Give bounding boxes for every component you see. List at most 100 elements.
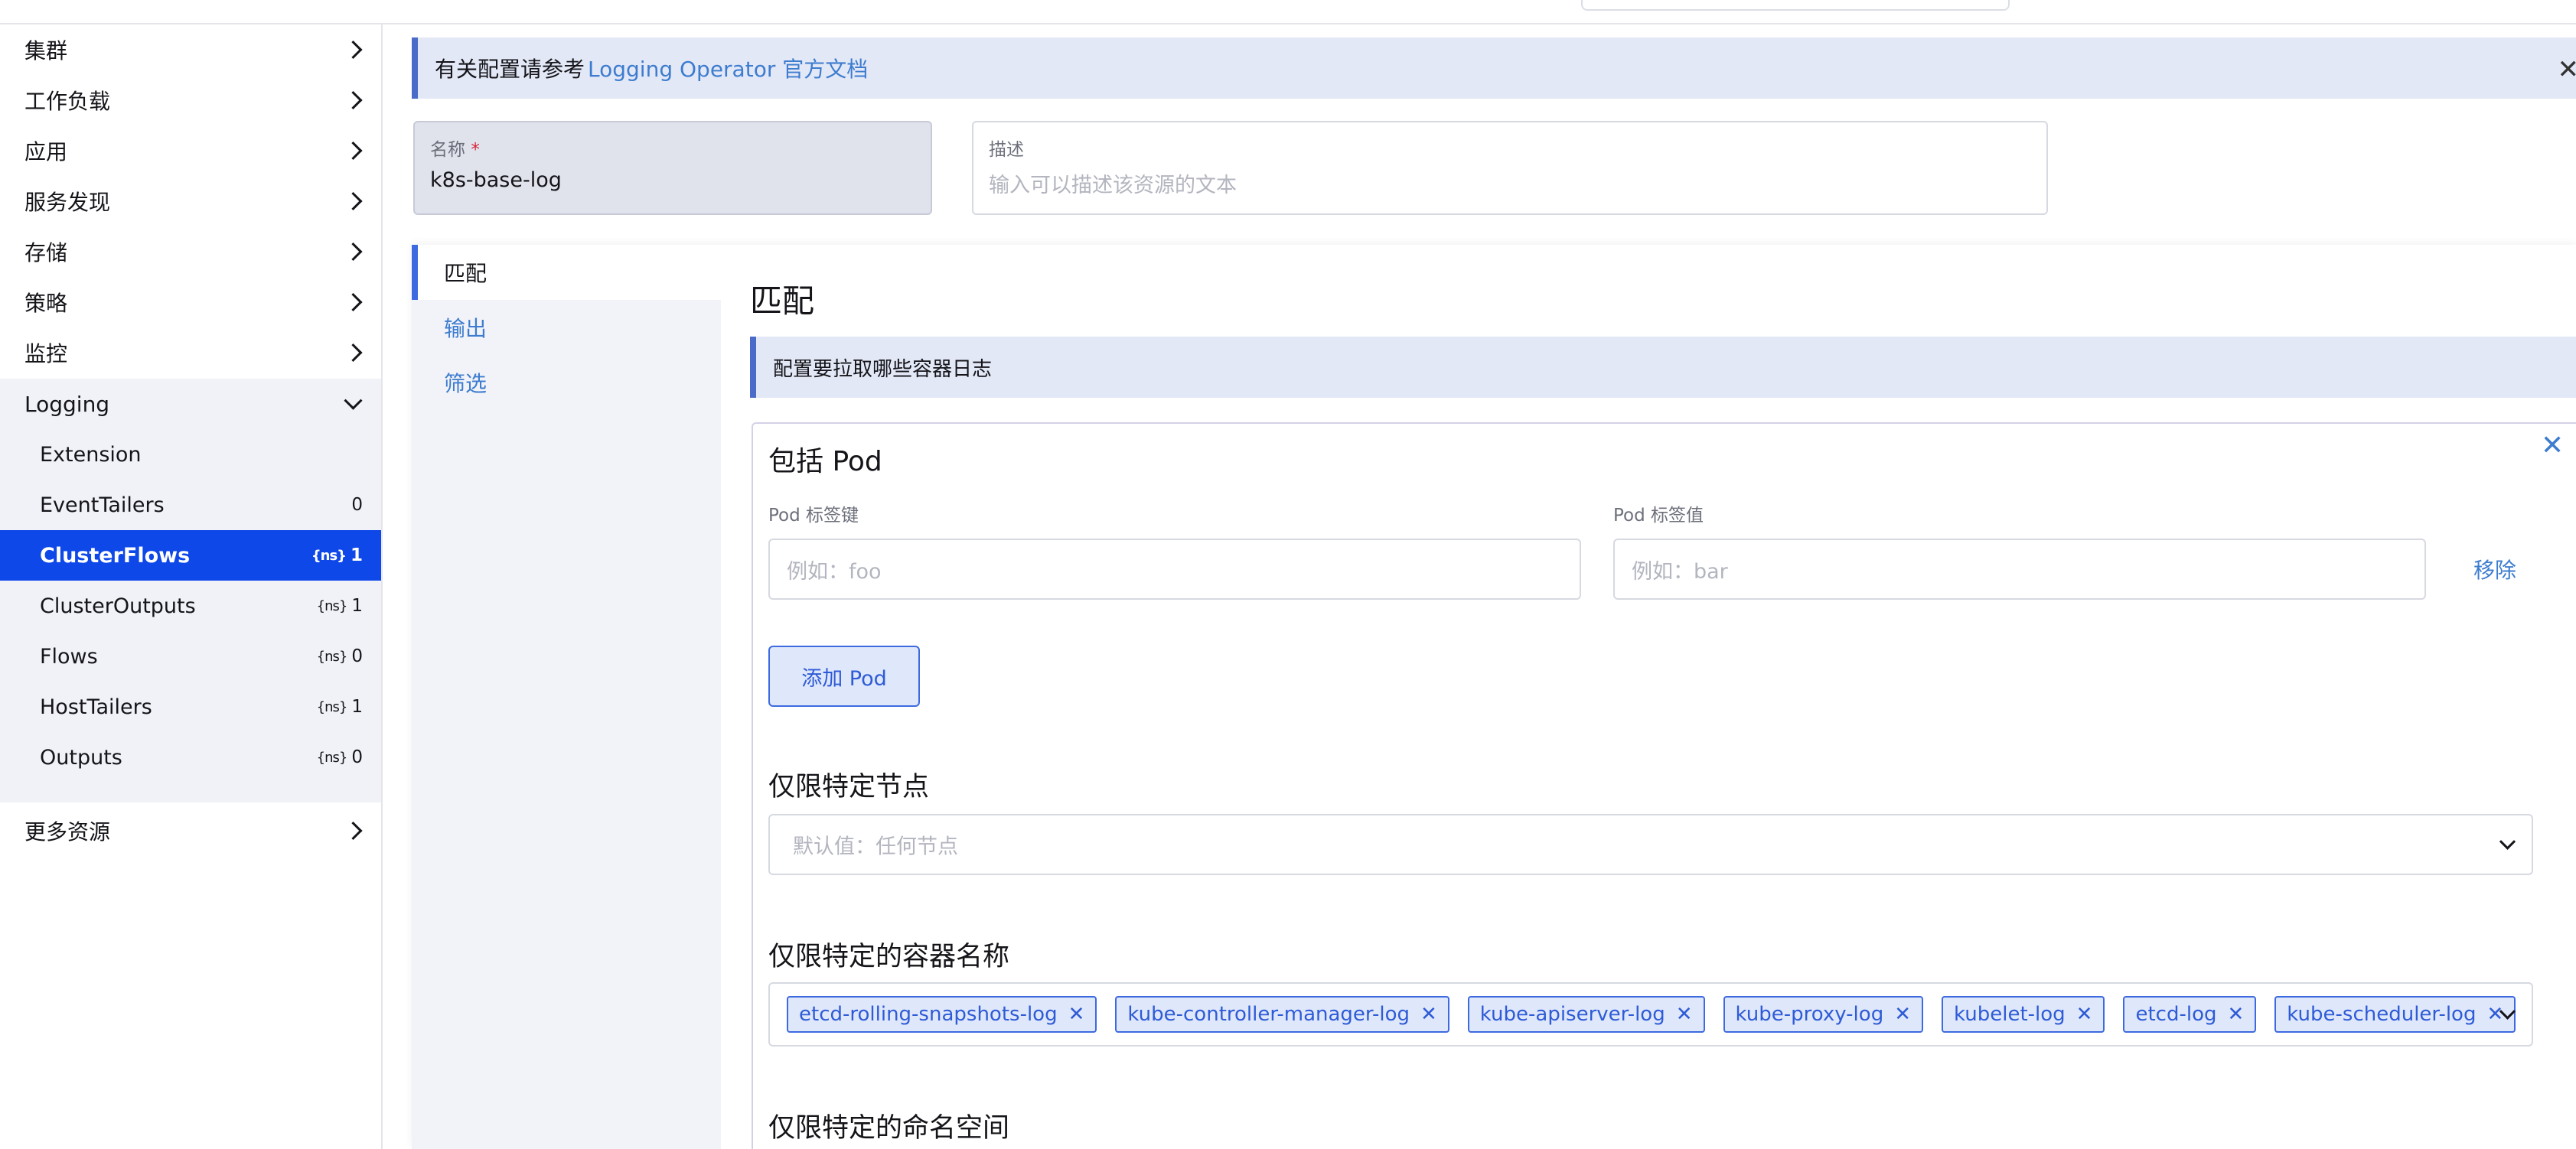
remove-tag-icon[interactable]: ✕ xyxy=(2486,1003,2503,1026)
close-icon[interactable]: ✕ xyxy=(2558,54,2576,85)
sidebar-item-outputs[interactable]: Outputs {ns} 0 xyxy=(0,732,381,783)
sidebar-item-workloads[interactable]: 工作负载 xyxy=(0,75,381,125)
section-title: 匹配 xyxy=(750,282,815,320)
pod-label-key-label: Pod 标签键 xyxy=(768,506,859,526)
chevron-right-icon xyxy=(344,90,363,110)
name-field[interactable]: 名称 * k8s-base-log xyxy=(413,121,932,215)
side-tabs: 匹配 输出 筛选 xyxy=(412,245,721,1149)
sidebar-item-label: EventTailers xyxy=(40,493,165,517)
sidebar-item-label: 工作负载 xyxy=(24,89,111,114)
name-label: 名称 * xyxy=(430,140,480,160)
count-badge: {ns} 0 xyxy=(316,646,363,666)
sidebar-item-label: 集群 xyxy=(24,38,68,63)
add-pod-button[interactable]: 添加 Pod xyxy=(768,646,920,707)
container-tag: kube-proxy-log ✕ xyxy=(1723,996,1923,1033)
namespace-icon: {ns} xyxy=(316,749,348,766)
count-badge: {ns} 1 xyxy=(311,545,363,565)
section-info: 配置要拉取哪些容器日志 xyxy=(750,337,2576,398)
sidebar-item-label: 策略 xyxy=(24,291,68,316)
sidebar-item-label: 存储 xyxy=(24,240,68,265)
close-icon[interactable]: ✕ xyxy=(2541,430,2564,461)
logging-group: Logging Extension EventTailers 0 ClusterF… xyxy=(0,379,381,802)
chevron-down-icon xyxy=(344,391,363,410)
pod-label-value-input[interactable]: 例如：bar xyxy=(1613,539,2426,600)
count-badge: 0 xyxy=(351,495,363,515)
sidebar-item-monitoring[interactable]: 监控 xyxy=(0,327,381,378)
top-bar xyxy=(0,0,2576,24)
pod-label-key-input[interactable]: 例如：foo xyxy=(768,539,1581,600)
required-marker: * xyxy=(471,140,480,160)
chevron-right-icon xyxy=(344,292,363,312)
sidebar: 集群 工作负载 应用 服务发现 存储 策略 监控 Logging Extensi… xyxy=(0,24,383,1149)
remove-tag-icon[interactable]: ✕ xyxy=(2076,1003,2093,1026)
remove-tag-icon[interactable]: ✕ xyxy=(1894,1003,1911,1026)
description-placeholder: 输入可以描述该资源的文本 xyxy=(989,174,1237,197)
sidebar-item-service-discovery[interactable]: 服务发现 xyxy=(0,176,381,226)
sidebar-item-label: 监控 xyxy=(24,341,68,366)
sidebar-item-label: Logging xyxy=(24,391,110,417)
sidebar-item-label: 更多资源 xyxy=(24,819,111,845)
remove-tag-icon[interactable]: ✕ xyxy=(2227,1003,2244,1026)
namespace-icon: {ns} xyxy=(311,547,347,564)
remove-tag-icon[interactable]: ✕ xyxy=(1676,1003,1693,1026)
sidebar-item-label: ClusterFlows xyxy=(40,543,191,568)
namespace-icon: {ns} xyxy=(316,698,348,715)
sidebar-item-label: 应用 xyxy=(24,139,68,164)
containers-title: 仅限特定的容器名称 xyxy=(768,942,1010,972)
tab-filter[interactable]: 筛选 xyxy=(412,355,721,410)
pod-label-value-label: Pod 标签值 xyxy=(1613,506,1704,526)
top-search-box[interactable] xyxy=(1581,0,2010,11)
remove-tag-icon[interactable]: ✕ xyxy=(1420,1003,1437,1026)
sidebar-item-policy[interactable]: 策略 xyxy=(0,277,381,327)
container-tag: kube-controller-manager-log ✕ xyxy=(1115,996,1449,1033)
sidebar-item-label: ClusterOutputs xyxy=(40,594,196,618)
info-banner: 有关配置请参考 Logging Operator 官方文档 ✕ xyxy=(412,37,2576,99)
sidebar-item-more-resources[interactable]: 更多资源 xyxy=(0,806,381,856)
container-tag: kube-apiserver-log ✕ xyxy=(1467,996,1705,1033)
container-tag: etcd-log ✕ xyxy=(2123,996,2257,1033)
remove-button[interactable]: 移除 xyxy=(2473,554,2516,584)
tab-match[interactable]: 匹配 xyxy=(412,245,721,300)
docs-link[interactable]: Logging Operator 官方文档 xyxy=(588,53,868,83)
sidebar-item-extension[interactable]: Extension xyxy=(0,429,381,480)
sidebar-item-logging[interactable]: Logging xyxy=(0,379,381,429)
container-tag: kubelet-log ✕ xyxy=(1942,996,2105,1033)
sidebar-item-clusteroutputs[interactable]: ClusterOutputs {ns} 1 xyxy=(0,581,381,631)
tab-output[interactable]: 输出 xyxy=(412,300,721,355)
namespace-icon: {ns} xyxy=(316,597,348,614)
sidebar-item-flows[interactable]: Flows {ns} 0 xyxy=(0,631,381,682)
sidebar-item-label: Extension xyxy=(40,442,142,467)
nodes-select[interactable]: 默认值：任何节点 xyxy=(768,814,2533,875)
nodes-placeholder: 默认值：任何节点 xyxy=(793,835,958,859)
count-badge: {ns} 1 xyxy=(316,697,363,717)
sidebar-item-clusterflows[interactable]: ClusterFlows {ns} 1 xyxy=(0,530,381,581)
namespaces-title: 仅限特定的命名空间 xyxy=(768,1113,1010,1144)
chevron-right-icon xyxy=(344,242,363,262)
chevron-right-icon xyxy=(344,141,363,161)
description-label: 描述 xyxy=(989,140,1024,160)
nodes-title: 仅限特定节点 xyxy=(768,772,930,802)
container-tag: kube-scheduler-log ✕ xyxy=(2274,996,2516,1033)
chevron-down-icon xyxy=(2499,833,2516,850)
sidebar-item-hosttailers[interactable]: HostTailers {ns} 1 xyxy=(0,682,381,732)
sidebar-item-eventtailers[interactable]: EventTailers 0 xyxy=(0,480,381,530)
chevron-right-icon xyxy=(344,191,363,211)
card-title: 包括 Pod xyxy=(768,446,882,477)
containers-select[interactable]: etcd-rolling-snapshots-log ✕ kube-control… xyxy=(768,982,2533,1046)
sidebar-item-label: 服务发现 xyxy=(24,190,111,215)
chevron-right-icon xyxy=(344,821,363,841)
container-tags: etcd-rolling-snapshots-log ✕ kube-control… xyxy=(787,984,2516,1045)
chevron-right-icon xyxy=(344,40,363,60)
chevron-right-icon xyxy=(344,343,363,363)
sidebar-item-label: Flows xyxy=(40,644,98,669)
sidebar-item-label: HostTailers xyxy=(40,695,152,719)
name-value: k8s-base-log xyxy=(430,168,562,192)
sidebar-item-storage[interactable]: 存储 xyxy=(0,226,381,277)
count-badge: {ns} 1 xyxy=(316,596,363,616)
count-badge: {ns} 0 xyxy=(316,747,363,767)
sidebar-item-apps[interactable]: 应用 xyxy=(0,125,381,176)
sidebar-item-cluster[interactable]: 集群 xyxy=(0,24,381,75)
remove-tag-icon[interactable]: ✕ xyxy=(1068,1003,1085,1026)
container-tag: etcd-rolling-snapshots-log ✕ xyxy=(787,996,1097,1033)
description-field[interactable]: 描述 输入可以描述该资源的文本 xyxy=(972,121,2048,215)
